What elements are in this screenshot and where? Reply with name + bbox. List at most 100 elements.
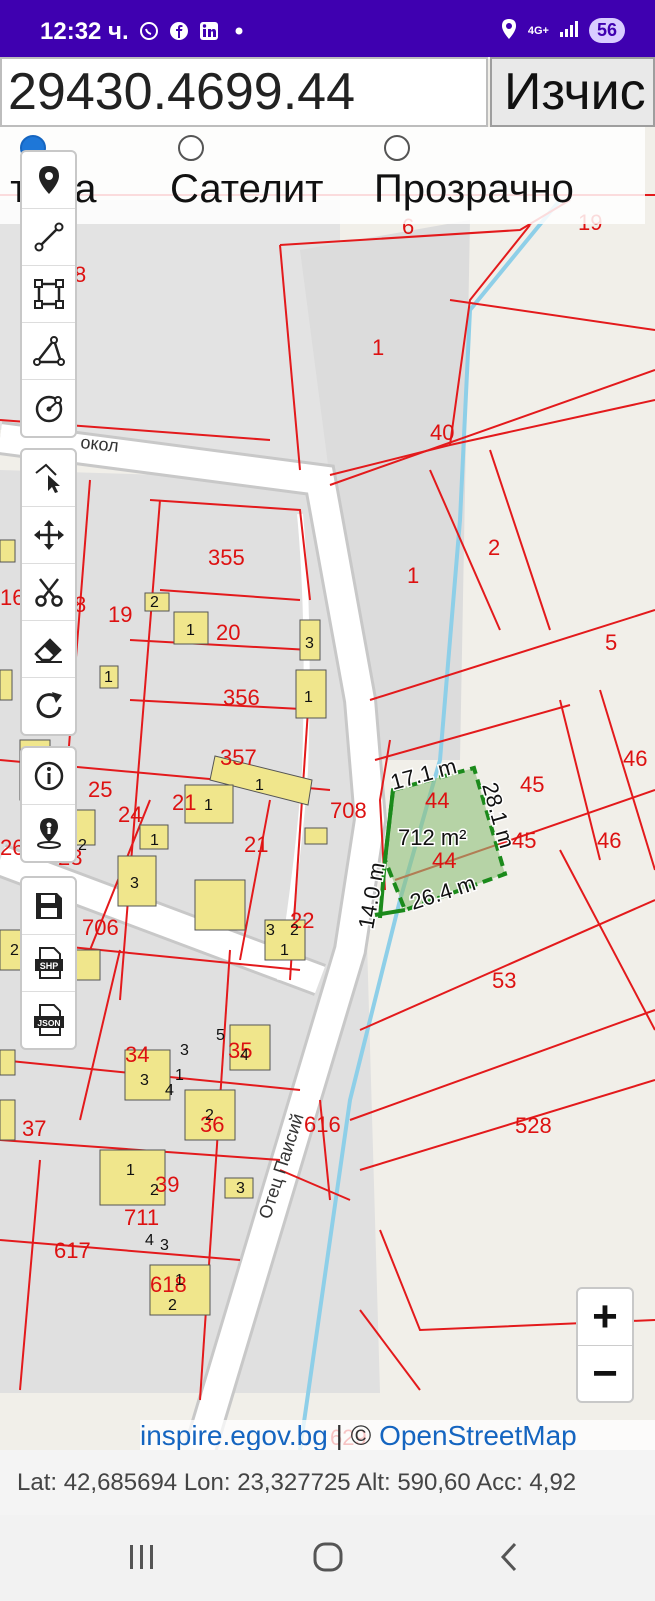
info-tool[interactable]: [22, 748, 75, 805]
cadastral-map[interactable]: 1 40 2 1 5 355 19 20 356 357 708 25 21 2…: [0, 57, 655, 1450]
eraser-icon: [33, 638, 62, 663]
info-tools: [20, 746, 77, 863]
angle-icon: [32, 336, 65, 366]
parcel-label: 357: [220, 745, 257, 770]
building-label: 5: [216, 1027, 225, 1044]
location-pin-icon: [36, 818, 61, 849]
building-label: 4: [145, 1232, 154, 1249]
attribution-link-inspire[interactable]: inspire.egov.bg: [140, 1420, 328, 1450]
parcel-label: 616: [304, 1112, 341, 1137]
save-tool[interactable]: [22, 878, 75, 935]
status-time: 12:32 ч.: [40, 18, 129, 45]
parcel-label: 617: [54, 1238, 91, 1263]
building-label: 2: [150, 1182, 159, 1199]
signal-icon: [559, 20, 579, 41]
building-label: 1: [104, 669, 113, 686]
layer-selector: ърта Сателит Прозрачно: [0, 127, 645, 224]
undo-icon: [36, 692, 62, 719]
building-label: 1: [304, 689, 313, 706]
radio-satellite-label[interactable]: Сателит: [170, 167, 324, 212]
attribution-separator: | ©: [327, 1420, 380, 1450]
parcel-label: 46: [623, 746, 647, 771]
cut-tool[interactable]: [22, 564, 75, 621]
building-label: 2: [205, 1107, 214, 1124]
parcel-label: 5: [605, 630, 617, 655]
parcel-label: 53: [492, 968, 516, 993]
polygon-icon: [33, 279, 64, 309]
attribution-link-osm[interactable]: OpenStreetMap: [379, 1420, 577, 1450]
cut-icon: [34, 578, 63, 607]
building-label: 1: [175, 1272, 184, 1289]
building-label: 3: [266, 922, 275, 939]
zoom-in-button[interactable]: +: [578, 1289, 632, 1346]
building-label: 1: [150, 832, 159, 849]
map-view[interactable]: 1 40 2 1 5 355 19 20 356 357 708 25 21 2…: [0, 57, 655, 1450]
parcel-label: 21: [244, 832, 268, 857]
network-type: 4G+: [527, 24, 549, 37]
location-icon: [500, 18, 518, 43]
viber-icon: [138, 20, 160, 42]
undo-tool[interactable]: [22, 678, 75, 734]
shp-export-tool[interactable]: SHP: [22, 935, 75, 992]
parcel-label: 356: [223, 685, 260, 710]
building-label: 1: [126, 1162, 135, 1179]
info-icon: [34, 761, 63, 791]
marker-icon: [38, 166, 59, 194]
parcel-label: 25: [88, 777, 112, 802]
line-tool[interactable]: [22, 209, 75, 266]
back-icon: [500, 1542, 517, 1572]
building-label: 1: [255, 777, 264, 794]
select-edit-tool[interactable]: [22, 450, 75, 507]
parcel-label: 20: [216, 620, 240, 645]
building-label: 2: [78, 837, 87, 854]
parcel-label: 711: [124, 1205, 159, 1230]
back-button[interactable]: [480, 1537, 540, 1577]
parcel-label: 37: [22, 1116, 46, 1141]
zoom-controls: + −: [576, 1287, 634, 1403]
building-label: 1: [175, 1067, 184, 1084]
parcel-label: 34: [125, 1042, 149, 1067]
parcel-label: 1: [407, 563, 419, 588]
building-label: 1: [204, 797, 213, 814]
file-tools: SHP JSON: [20, 876, 77, 1050]
street-label-partial: окол: [80, 432, 120, 456]
json-export-tool[interactable]: JSON: [22, 992, 75, 1048]
parcel-label: 44: [425, 788, 449, 813]
angle-tool[interactable]: [22, 323, 75, 380]
json-label: JSON: [37, 1018, 60, 1028]
building-label: 1: [280, 942, 289, 959]
zoom-out-button[interactable]: −: [578, 1346, 632, 1402]
marker-tool[interactable]: [22, 152, 75, 209]
parcel-label: 21: [172, 790, 196, 815]
radio-transparent[interactable]: [384, 135, 410, 161]
linkedin-icon: [198, 20, 220, 42]
building-label: 3: [236, 1180, 245, 1197]
parcel-label: 528: [515, 1113, 552, 1138]
calculate-button[interactable]: Изчис: [490, 57, 655, 127]
circle-tool[interactable]: [22, 380, 75, 436]
building-label: 1: [186, 622, 195, 639]
move-tool[interactable]: [22, 507, 75, 564]
parcel-label: 24: [118, 802, 142, 827]
eraser-tool[interactable]: [22, 621, 75, 678]
map-attribution: inspire.egov.bg | © OpenStreetMap: [140, 1420, 655, 1450]
parcel-label: 45: [520, 772, 544, 797]
facebook-icon: [168, 20, 190, 42]
parcel-label: 44: [432, 848, 456, 873]
battery-indicator: 56: [588, 18, 625, 43]
location-pin-tool[interactable]: [22, 805, 75, 861]
home-button[interactable]: [298, 1537, 358, 1577]
polygon-tool[interactable]: [22, 266, 75, 323]
parcel-label: 40: [430, 420, 454, 445]
parcel-label: 2: [488, 535, 500, 560]
recent-apps-button[interactable]: [112, 1537, 172, 1577]
gps-readout: Lat: 42,685694 Lon: 23,327725 Alt: 590,6…: [0, 1450, 655, 1515]
shp-export-icon: SHP: [34, 947, 63, 979]
recent-apps-icon: [130, 1545, 153, 1569]
building-label: 4: [240, 1047, 249, 1064]
coordinate-input[interactable]: 29430.4699.44: [0, 57, 488, 127]
radio-satellite[interactable]: [178, 135, 204, 161]
radio-transparent-label[interactable]: Прозрачно: [374, 167, 574, 212]
circle-icon: [35, 395, 62, 423]
dot-icon: [228, 20, 250, 42]
